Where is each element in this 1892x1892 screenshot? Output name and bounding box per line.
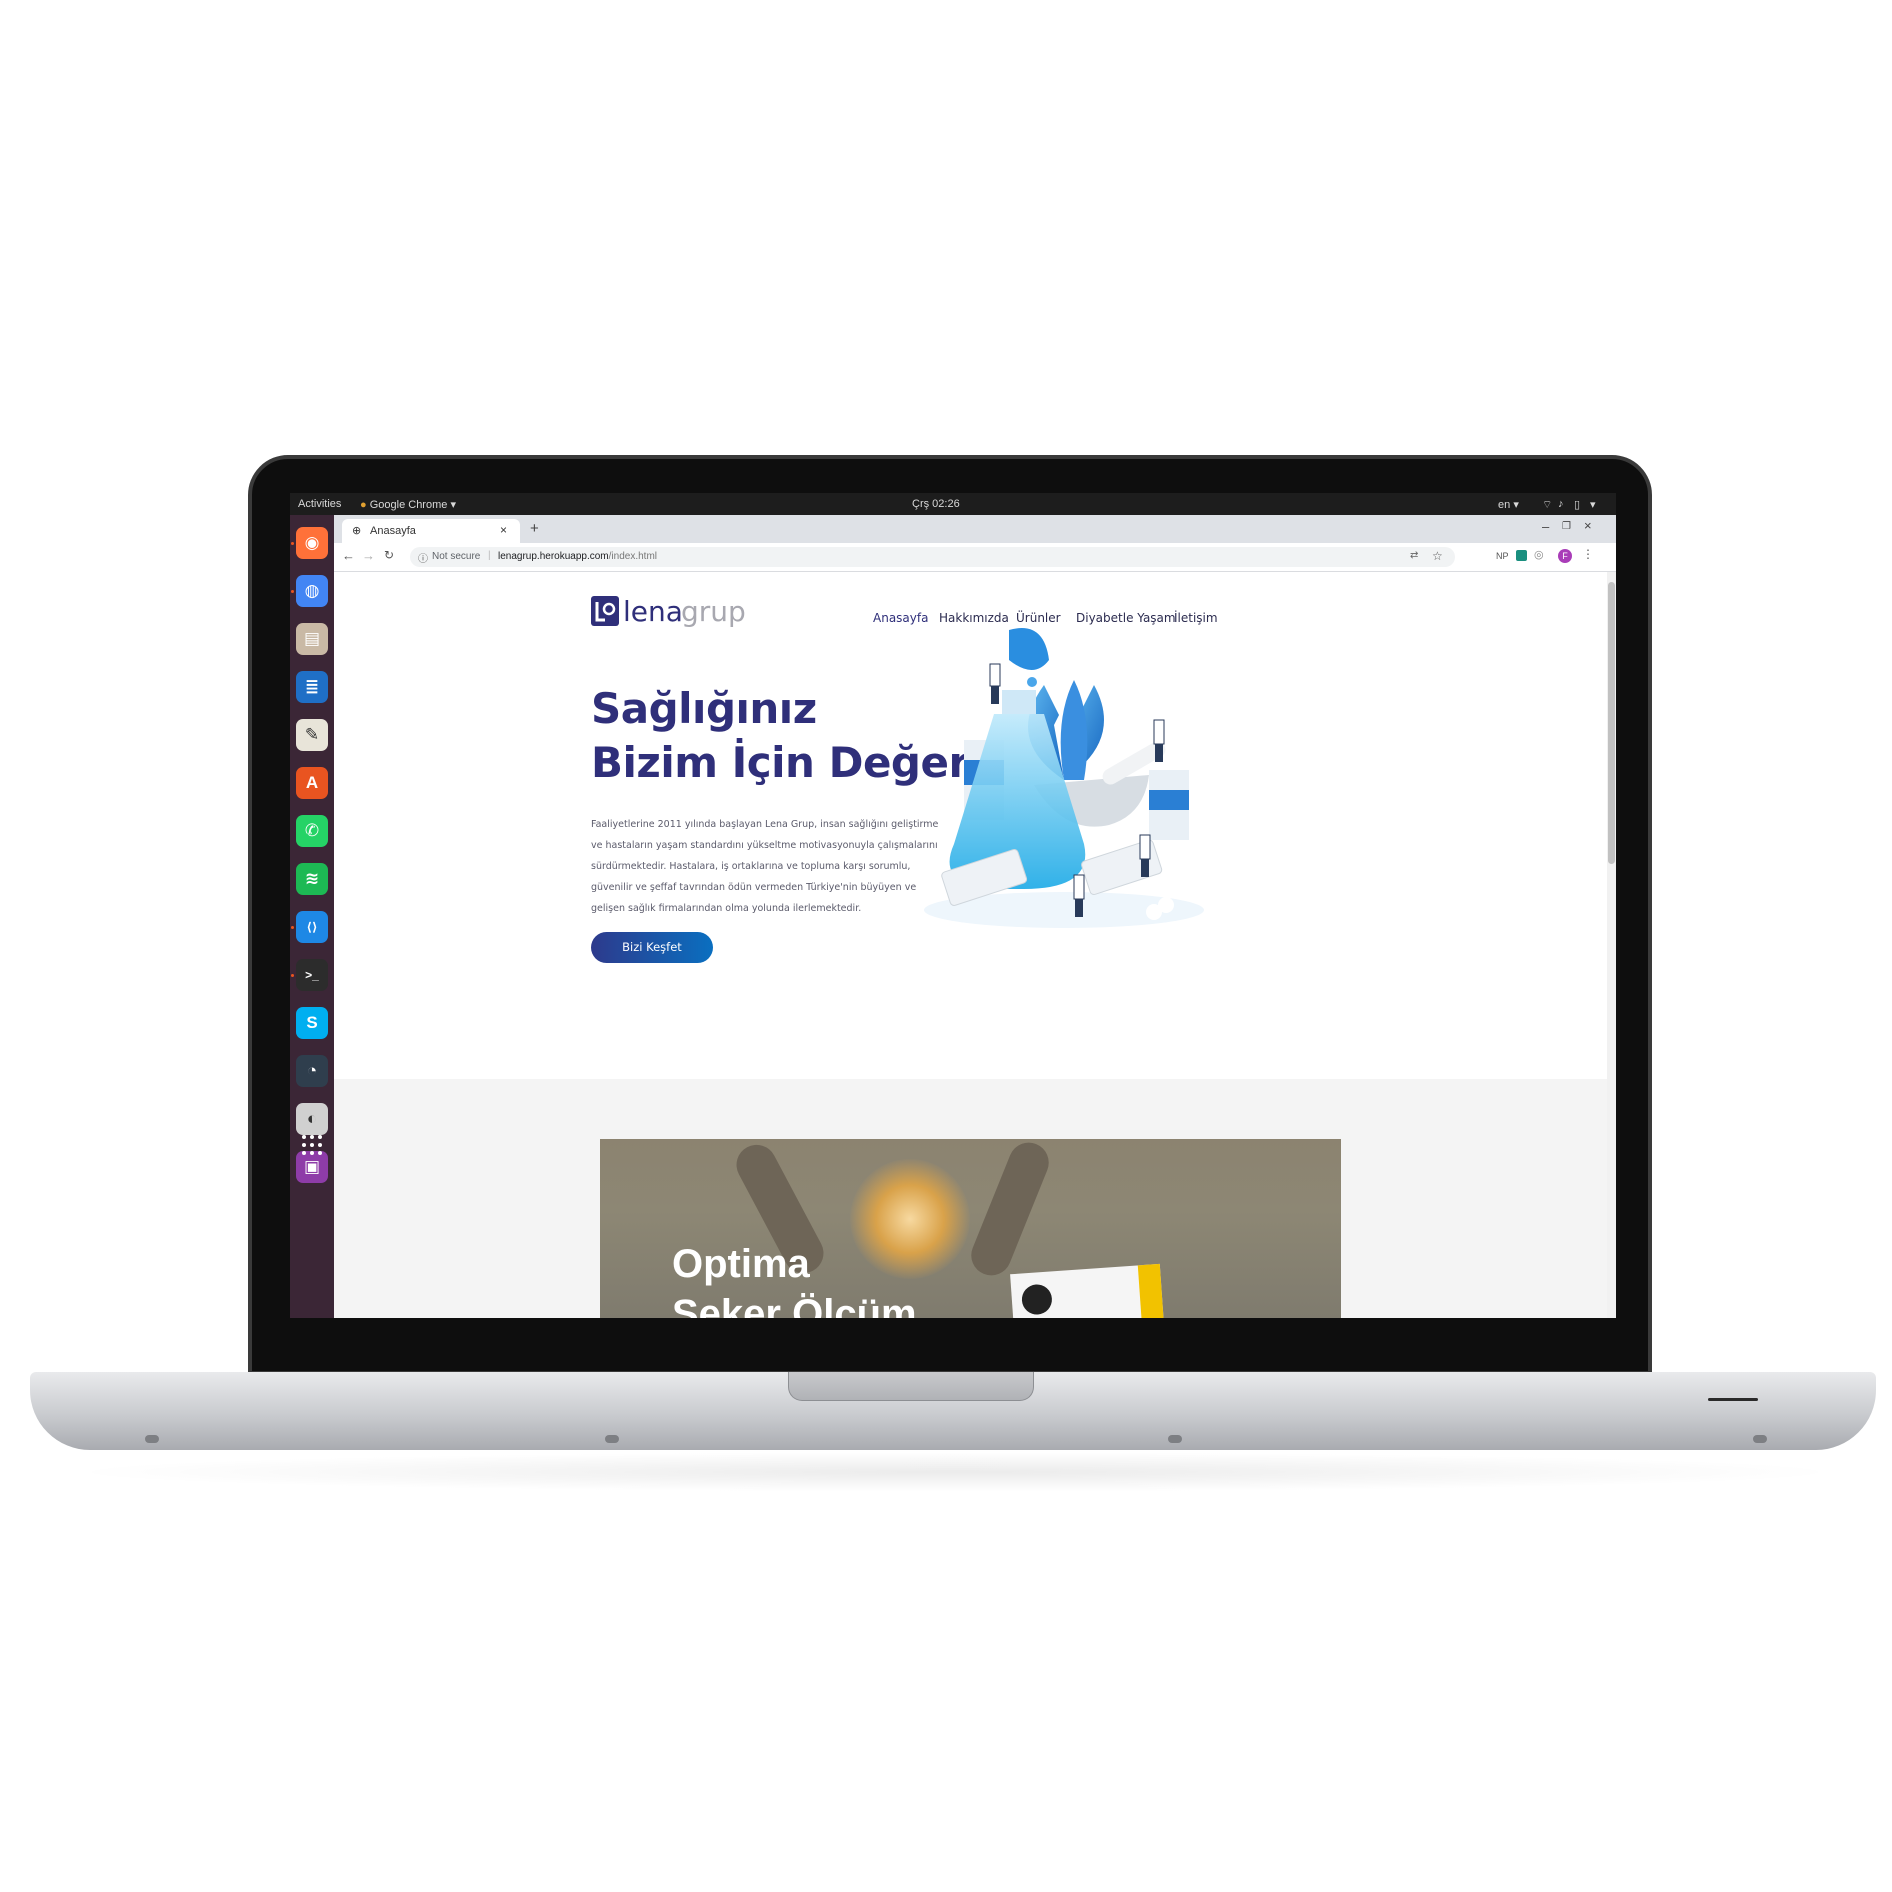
reload-icon[interactable]: ↻ bbox=[384, 548, 394, 562]
product-box bbox=[1010, 1263, 1164, 1318]
hero-illustration bbox=[914, 620, 1214, 940]
laptop-shadow bbox=[60, 1452, 1850, 1492]
logo-mark bbox=[591, 596, 619, 626]
url-path: /index.html bbox=[608, 551, 657, 562]
terminal-icon[interactable]: >_ bbox=[296, 959, 328, 991]
battery-icon[interactable]: ▯ bbox=[1574, 498, 1580, 511]
laptop-indicator bbox=[1708, 1398, 1758, 1401]
ubuntu-top-bar: Activities ● Google Chrome ▾ Çrş 02:26 e… bbox=[290, 493, 1616, 515]
show-applications-icon[interactable] bbox=[300, 1133, 324, 1157]
software-center-icon[interactable]: A bbox=[296, 767, 328, 799]
screen: Activities ● Google Chrome ▾ Çrş 02:26 e… bbox=[290, 493, 1616, 1318]
running-indicator bbox=[291, 542, 294, 545]
minimize-icon[interactable]: – bbox=[1542, 519, 1549, 534]
vscode-icon[interactable]: ⟨⟩ bbox=[296, 911, 328, 943]
bookmark-star-icon[interactable]: ☆ bbox=[1432, 549, 1443, 563]
language-label: en bbox=[1498, 499, 1511, 511]
system-menu-chevron-icon[interactable]: ▾ bbox=[1590, 498, 1596, 511]
disk-usage-icon[interactable]: ◔ bbox=[296, 1055, 328, 1087]
laptop-foot bbox=[1168, 1435, 1182, 1443]
running-indicator bbox=[291, 590, 294, 593]
spotify-icon[interactable]: ≋ bbox=[296, 863, 328, 895]
web-page: lena grup Anasayfa Hakkımızda Ürünler Di… bbox=[334, 572, 1607, 1318]
url-text: lenagrup.herokuapp.com/index.html bbox=[498, 551, 657, 562]
extension-cast-icon[interactable]: ◎ bbox=[1534, 548, 1544, 561]
site-logo[interactable]: lena grup bbox=[591, 594, 761, 634]
browser-toolbar: ← → ↻ ⓘ Not secure | lenagrup.herokuapp.… bbox=[334, 543, 1616, 572]
language-indicator[interactable]: en ▾ bbox=[1498, 498, 1519, 511]
wifi-icon[interactable]: ⌔ bbox=[1542, 498, 1552, 512]
info-icon: ⓘ bbox=[418, 554, 428, 565]
laptop-foot bbox=[605, 1435, 619, 1443]
hero-description: Faaliyetlerine 2011 yılında başlayan Len… bbox=[591, 819, 939, 914]
laptop-notch bbox=[788, 1372, 1034, 1401]
translate-icon[interactable]: ⇄ bbox=[1410, 550, 1418, 561]
app-menu-label: Google Chrome bbox=[369, 499, 448, 511]
banner-arm-right bbox=[965, 1139, 1055, 1282]
banner-title-line2: Şeker Ölçüm bbox=[672, 1292, 917, 1318]
logo-text-primary: lena bbox=[623, 595, 683, 628]
laptop-foot bbox=[145, 1435, 159, 1443]
chevron-down-icon: ▾ bbox=[450, 499, 456, 511]
whatsapp-icon[interactable]: ✆ bbox=[296, 815, 328, 847]
banner-title-line1: Optima bbox=[672, 1242, 810, 1286]
chrome-menu-icon[interactable]: ⋮ bbox=[1582, 547, 1594, 561]
laptop-foot bbox=[1753, 1435, 1767, 1443]
security-label: Not secure bbox=[432, 551, 481, 562]
browser-tab-strip: ⊕ Anasayfa × + – ❐ × bbox=[334, 515, 1616, 543]
tab-title: Anasayfa bbox=[370, 525, 416, 537]
writer-icon[interactable]: ≣ bbox=[296, 671, 328, 703]
clock[interactable]: Çrş 02:26 bbox=[912, 498, 960, 510]
volume-icon[interactable]: ♪ bbox=[1558, 498, 1564, 510]
forward-icon[interactable]: → bbox=[362, 548, 375, 563]
new-tab-button[interactable]: + bbox=[530, 520, 539, 537]
address-bar[interactable]: ⓘ Not secure | lenagrup.herokuapp.com/in… bbox=[410, 547, 1455, 567]
products-section: Optima Şeker Ölçüm bbox=[334, 1079, 1607, 1318]
activities-button[interactable]: Activities bbox=[298, 498, 341, 510]
extension-icon[interactable] bbox=[1516, 550, 1527, 561]
close-window-icon[interactable]: × bbox=[1584, 518, 1592, 533]
app-menu[interactable]: ● Google Chrome ▾ bbox=[360, 498, 456, 511]
globe-icon: ⊕ bbox=[352, 525, 362, 537]
browser-tab[interactable]: ⊕ Anasayfa × bbox=[342, 519, 520, 543]
product-box-stripe bbox=[1137, 1263, 1164, 1318]
url-host: lenagrup.herokuapp.com bbox=[498, 551, 609, 562]
product-box-logo bbox=[1020, 1283, 1053, 1316]
close-tab-icon[interactable]: × bbox=[500, 523, 507, 537]
media-player-icon[interactable]: ◐ bbox=[296, 1103, 328, 1135]
page-scrollbar[interactable] bbox=[1607, 572, 1616, 1318]
logo-text-secondary: grup bbox=[681, 595, 746, 628]
restore-icon[interactable]: ❐ bbox=[1562, 521, 1571, 532]
ubuntu-dock: ◉ ◍ ▤ ≣ ✎ A ✆ ≋ ⟨⟩ >_ S ◔ ◐ ▣ bbox=[290, 515, 334, 1318]
back-icon[interactable]: ← bbox=[342, 548, 355, 563]
banner-title: Optima Şeker Ölçüm bbox=[672, 1239, 917, 1318]
scrollbar-thumb[interactable] bbox=[1608, 582, 1615, 864]
running-indicator bbox=[291, 974, 294, 977]
discover-button[interactable]: Bizi Keşfet bbox=[591, 932, 713, 963]
extension-np-icon[interactable]: NP bbox=[1496, 551, 1509, 561]
files-icon[interactable]: ▤ bbox=[296, 623, 328, 655]
chrome-icon[interactable]: ◍ bbox=[296, 575, 328, 607]
profile-avatar[interactable]: F bbox=[1558, 549, 1572, 563]
running-indicator bbox=[291, 926, 294, 929]
chrome-small-icon: ● bbox=[360, 499, 367, 511]
firefox-icon[interactable]: ◉ bbox=[296, 527, 328, 559]
product-banner[interactable]: Optima Şeker Ölçüm bbox=[600, 1139, 1341, 1318]
chevron-down-icon: ▾ bbox=[1513, 499, 1519, 511]
separator: | bbox=[488, 550, 491, 561]
text-editor-icon[interactable]: ✎ bbox=[296, 719, 328, 751]
skype-icon[interactable]: S bbox=[296, 1007, 328, 1039]
